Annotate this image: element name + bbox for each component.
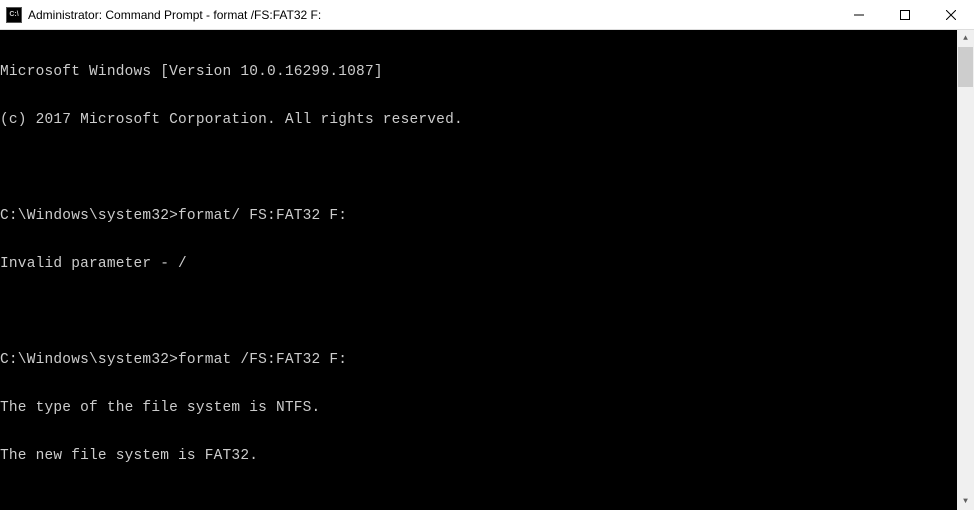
terminal-area: Microsoft Windows [Version 10.0.16299.10… — [0, 30, 974, 510]
cmd-icon: C:\ — [6, 7, 22, 23]
scroll-up-arrow-icon[interactable]: ▲ — [957, 30, 974, 47]
window-titlebar: C:\ Administrator: Command Prompt - form… — [0, 0, 974, 30]
terminal-line: The type of the file system is NTFS. — [0, 400, 957, 416]
close-button[interactable] — [928, 0, 974, 29]
terminal-line: (c) 2017 Microsoft Corporation. All righ… — [0, 112, 957, 128]
terminal-line — [0, 160, 957, 176]
minimize-button[interactable] — [836, 0, 882, 29]
close-icon — [946, 10, 956, 20]
terminal-line — [0, 304, 957, 320]
terminal-output[interactable]: Microsoft Windows [Version 10.0.16299.10… — [0, 30, 957, 510]
scroll-down-arrow-icon[interactable]: ▼ — [957, 493, 974, 510]
maximize-button[interactable] — [882, 0, 928, 29]
terminal-line: Microsoft Windows [Version 10.0.16299.10… — [0, 64, 957, 80]
window-title: Administrator: Command Prompt - format /… — [28, 8, 836, 22]
terminal-line: C:\Windows\system32>format/ FS:FAT32 F: — [0, 208, 957, 224]
vertical-scrollbar[interactable]: ▲ ▼ — [957, 30, 974, 510]
terminal-line: The new file system is FAT32. — [0, 448, 957, 464]
maximize-icon — [900, 10, 910, 20]
terminal-line: Invalid parameter - / — [0, 256, 957, 272]
terminal-line: C:\Windows\system32>format /FS:FAT32 F: — [0, 352, 957, 368]
terminal-line — [0, 496, 957, 510]
window-controls — [836, 0, 974, 29]
minimize-icon — [854, 10, 864, 20]
scrollbar-thumb[interactable] — [958, 47, 973, 87]
